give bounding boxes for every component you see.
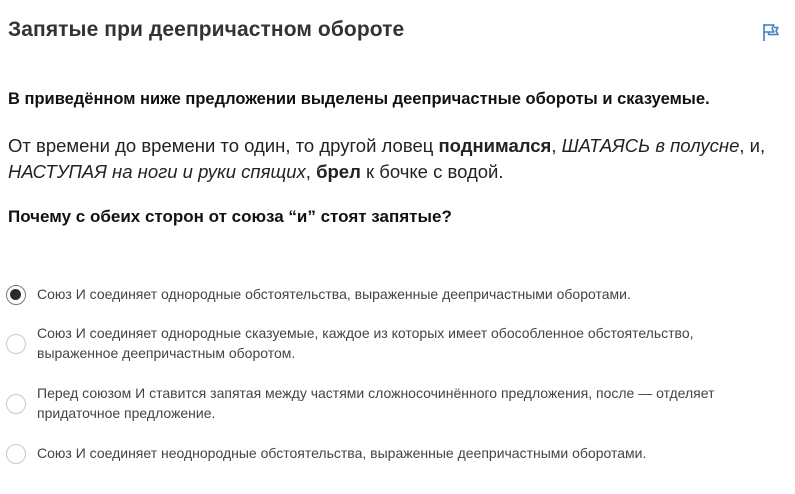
answer-option-label: Союз И соединяет однородные сказуемые, к… (37, 325, 694, 361)
radio-button[interactable] (6, 334, 26, 354)
sentence-text: От времени до времени то один, то другой… (8, 135, 439, 156)
answer-option-label: Союз И соединяет неоднородные обстоятель… (37, 445, 647, 461)
sentence-text: , (551, 135, 562, 156)
adverbial-phrase-rest: в полусне (650, 135, 740, 156)
header: Запятые при деепричастном обороте (8, 16, 781, 48)
radio-button[interactable] (6, 394, 26, 414)
adverbial-participle: НАСТУПАЯ (8, 161, 107, 182)
predicate-highlight: поднимался (438, 135, 552, 156)
adverbial-participle: ШАТАЯСЬ (561, 135, 651, 156)
adverbial-phrase: ШАТАЯСЬ в полусне (562, 135, 740, 156)
task-question: Почему с обеих сторон от союза “и” стоят… (8, 207, 452, 226)
adverbial-phrase: НАСТУПАЯ на ноги и руки спящих (8, 161, 306, 182)
radio-button[interactable] (6, 444, 26, 464)
task-instruction: В приведённом ниже предложении выделены … (8, 90, 710, 108)
example-sentence: От времени до времени то один, то другой… (8, 133, 788, 185)
page-title: Запятые при деепричастном обороте (8, 18, 405, 41)
sentence-text: , и, (739, 135, 766, 156)
sentence-text: к бочке с водой. (360, 161, 504, 182)
answer-option-label: Перед союзом И ставится запятая между ча… (37, 385, 715, 421)
radio-button-selected[interactable] (6, 285, 26, 305)
answer-option-label: Союз И соединяет однородные обстоятельст… (37, 286, 631, 302)
flag-icon[interactable] (761, 22, 781, 42)
predicate-highlight: брел (316, 161, 361, 182)
sentence-text: , (305, 161, 317, 182)
adverbial-phrase-rest: на ноги и руки спящих (106, 161, 306, 182)
